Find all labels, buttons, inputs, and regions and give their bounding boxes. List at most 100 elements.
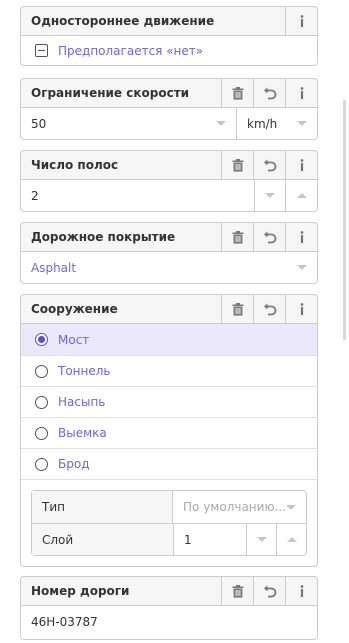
field-label: Ограничение скорости — [31, 86, 190, 100]
undo-icon — [263, 303, 276, 315]
field-body: 46H-03787 — [20, 606, 318, 640]
structure-layer-value[interactable]: 1 — [174, 533, 246, 547]
field-label: Одностороннее движение — [31, 14, 215, 28]
info-button[interactable] — [285, 577, 317, 605]
chevron-down-icon — [256, 537, 267, 542]
structure-subfields: Тип По умолчанию... Слой 1 — [21, 479, 317, 566]
undo-icon — [263, 231, 276, 243]
chevron-down-icon — [265, 193, 275, 198]
maxspeed-unit: km/h — [247, 116, 278, 131]
layer-increment-button[interactable] — [276, 524, 306, 555]
trash-icon — [232, 158, 243, 172]
checkbox-indeterminate[interactable] — [35, 44, 48, 57]
field-label: Номер дороги — [31, 584, 130, 598]
field-body: Предполагается «нет» — [20, 36, 318, 66]
radio-label: Выемка — [58, 426, 107, 440]
chevron-down-icon — [297, 265, 307, 270]
trash-icon — [232, 584, 243, 598]
radio-label: Насыпь — [58, 395, 106, 409]
info-button[interactable] — [285, 295, 317, 323]
chevron-up-icon — [296, 193, 307, 198]
remove-button[interactable] — [221, 577, 253, 605]
radio-button[interactable] — [35, 457, 48, 471]
ref-input[interactable]: 46H-03787 — [21, 606, 317, 638]
field-header: Одностороннее движение — [20, 6, 318, 36]
field-surface: Дорожное покрытие Asphalt — [20, 222, 318, 284]
oneway-check-row[interactable]: Предполагается «нет» — [21, 36, 317, 65]
info-icon — [300, 231, 303, 243]
info-icon — [300, 303, 303, 315]
info-button[interactable] — [285, 7, 317, 35]
field-label: Дорожное покрытие — [31, 230, 176, 244]
field-body: Asphalt — [20, 252, 318, 284]
structure-type-select[interactable]: По умолчанию... — [173, 491, 306, 523]
radio-option-embankment[interactable]: Насыпь — [21, 386, 317, 417]
radio-button[interactable] — [35, 395, 48, 409]
lanes-input[interactable]: 2 — [21, 180, 255, 211]
radio-option-bridge[interactable]: Мост — [21, 324, 317, 355]
radio-option-tunnel[interactable]: Тоннель — [21, 355, 317, 386]
field-lanes: Число полос 2 — [20, 150, 318, 212]
structure-layer-input: 1 — [174, 524, 306, 555]
structure-layer-label: Слой — [32, 524, 174, 555]
field-header: Сооружение — [20, 294, 318, 324]
layer-decrement-button[interactable] — [246, 524, 276, 555]
field-body: 50 km/h — [20, 108, 318, 140]
maxspeed-value: 50 — [31, 116, 47, 131]
structure-subtable: Тип По умолчанию... Слой 1 — [31, 490, 307, 556]
remove-button[interactable] — [221, 151, 253, 179]
radio-button[interactable] — [35, 333, 48, 346]
lanes-increment-button[interactable] — [286, 180, 317, 211]
info-button[interactable] — [285, 151, 317, 179]
remove-button[interactable] — [221, 223, 253, 251]
field-label: Сооружение — [31, 302, 118, 316]
undo-icon — [263, 585, 276, 597]
remove-button[interactable] — [221, 79, 253, 107]
trash-icon — [232, 86, 243, 100]
field-label: Число полос — [31, 158, 119, 172]
revert-button[interactable] — [253, 577, 285, 605]
radio-option-cutting[interactable]: Выемка — [21, 417, 317, 448]
info-button[interactable] — [285, 79, 317, 107]
revert-button[interactable] — [253, 151, 285, 179]
field-ref: Номер дороги 46H-03787 — [20, 576, 318, 640]
remove-button[interactable] — [221, 295, 253, 323]
chevron-down-icon — [297, 121, 307, 126]
field-header: Номер дороги — [20, 576, 318, 606]
surface-select[interactable]: Asphalt — [21, 252, 317, 283]
chevron-down-icon — [286, 504, 296, 510]
lanes-row: 2 — [21, 180, 317, 211]
field-body: Мост Тоннель Насыпь Выемка Брод Тип По у… — [20, 324, 318, 567]
revert-button[interactable] — [253, 223, 285, 251]
radio-button[interactable] — [35, 426, 48, 440]
scrollbar-thumb[interactable] — [343, 100, 346, 340]
field-oneway: Одностороннее движение Предполагается «н… — [20, 6, 318, 66]
field-maxspeed: Ограничение скорости 50 km/h — [20, 78, 318, 140]
chevron-up-icon — [286, 537, 297, 542]
structure-radio-list: Мост Тоннель Насыпь Выемка Брод — [21, 324, 317, 479]
revert-button[interactable] — [253, 295, 285, 323]
field-structure: Сооружение Мост Тоннель Насыпь Выемка Бр… — [20, 294, 318, 567]
lanes-decrement-button[interactable] — [255, 180, 286, 211]
info-icon — [300, 87, 303, 99]
radio-label: Брод — [58, 457, 90, 471]
radio-option-ford[interactable]: Брод — [21, 448, 317, 479]
undo-icon — [263, 87, 276, 99]
maxspeed-row: 50 km/h — [21, 108, 317, 139]
chevron-down-icon — [216, 121, 226, 126]
radio-label: Тоннель — [58, 364, 111, 378]
surface-value: Asphalt — [31, 260, 77, 275]
maxspeed-unit-select[interactable]: km/h — [237, 108, 317, 139]
info-button[interactable] — [285, 223, 317, 251]
field-header: Дорожное покрытие — [20, 222, 318, 252]
oneway-value: Предполагается «нет» — [58, 43, 204, 58]
undo-icon — [263, 159, 276, 171]
radio-label: Мост — [58, 332, 90, 347]
info-icon — [300, 15, 303, 27]
revert-button[interactable] — [253, 79, 285, 107]
maxspeed-input[interactable]: 50 — [21, 108, 237, 139]
lanes-value: 2 — [31, 188, 39, 203]
structure-type-label: Тип — [32, 491, 174, 523]
info-icon — [300, 585, 303, 597]
radio-button[interactable] — [35, 364, 48, 378]
